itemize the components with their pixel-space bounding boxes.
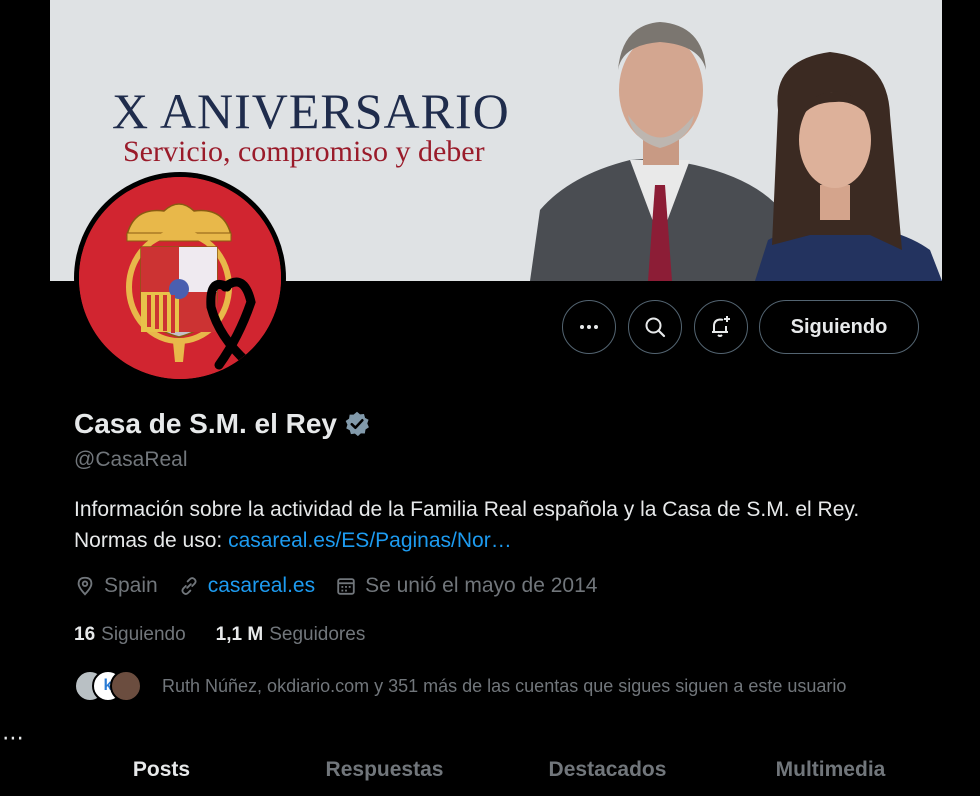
verified-badge-icon[interactable]: [343, 410, 371, 438]
coat-of-arms-icon: [79, 177, 281, 379]
followers-label: Seguidores: [269, 624, 366, 645]
profile-meta: Spain casareal.es Se unió el mayo de 201…: [74, 574, 617, 598]
join-date: Se unió el mayo de 2014: [335, 574, 597, 598]
tab-highlights[interactable]: Destacados: [496, 740, 719, 796]
profile-bio: Información sobre la actividad de la Fam…: [74, 494, 934, 556]
banner-title: X ANIVERSARIO: [112, 83, 510, 139]
more-menu-icon[interactable]: ⋯: [2, 727, 25, 749]
bio-text: Información sobre la actividad de la Fam…: [74, 498, 860, 521]
profile-tabs: Posts Respuestas Destacados Multimedia: [50, 740, 942, 796]
more-dots-icon: [580, 325, 598, 329]
follower-avatar: [110, 670, 142, 702]
website: casareal.es: [178, 574, 315, 598]
followers-stat[interactable]: 1,1 M Seguidores: [216, 624, 366, 646]
following-button[interactable]: Siguiendo: [759, 300, 919, 354]
left-rail: ⋯: [0, 0, 50, 796]
link-icon: [181, 577, 197, 595]
known-followers[interactable]: k Ruth Núñez, okdiario.com y 351 más de …: [74, 668, 846, 704]
location-pin-icon: [77, 576, 93, 596]
following-count: 16: [74, 624, 96, 645]
right-rail: [942, 0, 980, 796]
banner-subtitle: Servicio, compromiso y deber: [123, 135, 485, 168]
known-followers-avatars: k: [74, 668, 148, 704]
display-name: Casa de S.M. el Rey: [74, 408, 338, 439]
profile-panel: X ANIVERSARIO Servicio, compromiso y deb…: [50, 0, 942, 796]
bio-link[interactable]: casareal.es/ES/Paginas/Nor…: [228, 529, 512, 552]
join-date-text: Se unió el mayo de 2014: [365, 574, 598, 597]
notifications-button[interactable]: [694, 300, 748, 354]
following-stat[interactable]: 16 Siguiendo: [74, 624, 186, 646]
name-row: Casa de S.M. el Rey: [74, 408, 371, 440]
location: Spain: [74, 574, 158, 598]
royal-couple-photo: [510, 0, 942, 281]
tab-replies[interactable]: Respuestas: [273, 740, 496, 796]
tab-media[interactable]: Multimedia: [719, 740, 942, 796]
search-profile-button[interactable]: [628, 300, 682, 354]
followers-count: 1,1 M: [215, 624, 264, 645]
bio-rules-label: Normas de uso:: [74, 529, 223, 552]
tab-posts[interactable]: Posts: [50, 740, 273, 796]
location-text: Spain: [104, 574, 158, 597]
known-followers-text: Ruth Núñez, okdiario.com y 351 más de la…: [162, 675, 847, 696]
profile-avatar[interactable]: [74, 172, 286, 384]
calendar-icon: [337, 578, 355, 595]
website-link[interactable]: casareal.es: [208, 574, 315, 598]
search-icon: [645, 317, 666, 338]
bell-plus-icon: [712, 316, 730, 337]
following-label: Siguiendo: [101, 624, 186, 645]
more-options-button[interactable]: [562, 300, 616, 354]
profile-stats: 16 Siguiendo 1,1 M Seguidores: [74, 624, 395, 646]
user-handle: @CasaReal: [74, 448, 188, 471]
